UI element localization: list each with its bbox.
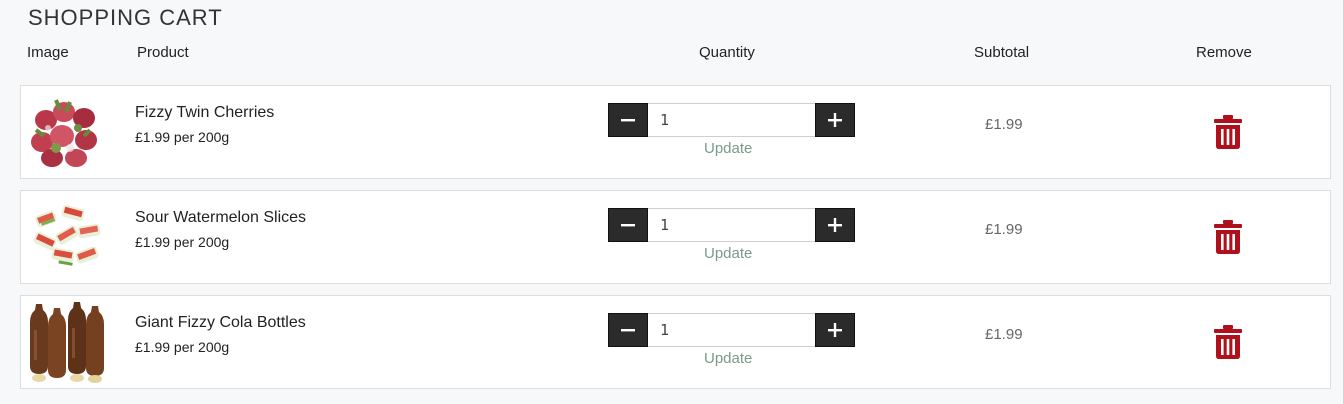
quantity-input[interactable] bbox=[648, 103, 815, 137]
watermelon-image bbox=[33, 205, 101, 266]
update-link[interactable]: Update bbox=[704, 350, 752, 367]
product-name[interactable]: Fizzy Twin Cherries bbox=[135, 104, 274, 122]
plus-icon bbox=[828, 218, 842, 232]
increase-quantity-button[interactable] bbox=[815, 208, 855, 242]
minus-icon bbox=[621, 224, 635, 227]
increase-quantity-button[interactable] bbox=[815, 313, 855, 347]
trash-icon[interactable] bbox=[1214, 220, 1242, 254]
plus-icon bbox=[828, 113, 842, 127]
quantity-stepper bbox=[608, 103, 855, 137]
product-price: £1.99 per 200g bbox=[135, 234, 230, 250]
column-header-subtotal: Subtotal bbox=[974, 44, 1030, 61]
cart-item-row: Sour Watermelon Slices £1.99 per 200g Up… bbox=[20, 190, 1331, 284]
cart-item-row: Fizzy Twin Cherries £1.99 per 200g Updat… bbox=[20, 85, 1331, 179]
decrease-quantity-button[interactable] bbox=[608, 208, 648, 242]
plus-icon bbox=[828, 323, 842, 337]
column-header-remove: Remove bbox=[1196, 44, 1252, 61]
item-subtotal: £1.99 bbox=[985, 221, 1023, 238]
cherries-image bbox=[31, 99, 97, 167]
quantity-input[interactable] bbox=[648, 313, 815, 347]
product-price: £1.99 per 200g bbox=[135, 339, 230, 355]
quantity-stepper bbox=[608, 313, 855, 347]
minus-icon bbox=[621, 329, 635, 332]
column-header-product: Product bbox=[137, 44, 189, 61]
trash-icon[interactable] bbox=[1214, 325, 1242, 359]
column-header-quantity: Quantity bbox=[699, 44, 755, 61]
decrease-quantity-button[interactable] bbox=[608, 103, 648, 137]
page-title: SHOPPING CART bbox=[28, 5, 223, 30]
product-name[interactable]: Giant Fizzy Cola Bottles bbox=[135, 314, 306, 332]
minus-icon bbox=[621, 119, 635, 122]
quantity-input[interactable] bbox=[648, 208, 815, 242]
product-name[interactable]: Sour Watermelon Slices bbox=[135, 209, 306, 227]
update-link[interactable]: Update bbox=[704, 245, 752, 262]
decrease-quantity-button[interactable] bbox=[608, 313, 648, 347]
quantity-stepper bbox=[608, 208, 855, 242]
product-price: £1.99 per 200g bbox=[135, 129, 230, 145]
cola-bottles-image bbox=[30, 302, 104, 383]
trash-icon[interactable] bbox=[1214, 115, 1242, 149]
item-subtotal: £1.99 bbox=[985, 326, 1023, 343]
update-link[interactable]: Update bbox=[704, 140, 752, 157]
cart-item-row: Giant Fizzy Cola Bottles £1.99 per 200g … bbox=[20, 295, 1331, 389]
increase-quantity-button[interactable] bbox=[815, 103, 855, 137]
column-header-image: Image bbox=[27, 44, 69, 61]
item-subtotal: £1.99 bbox=[985, 116, 1023, 133]
